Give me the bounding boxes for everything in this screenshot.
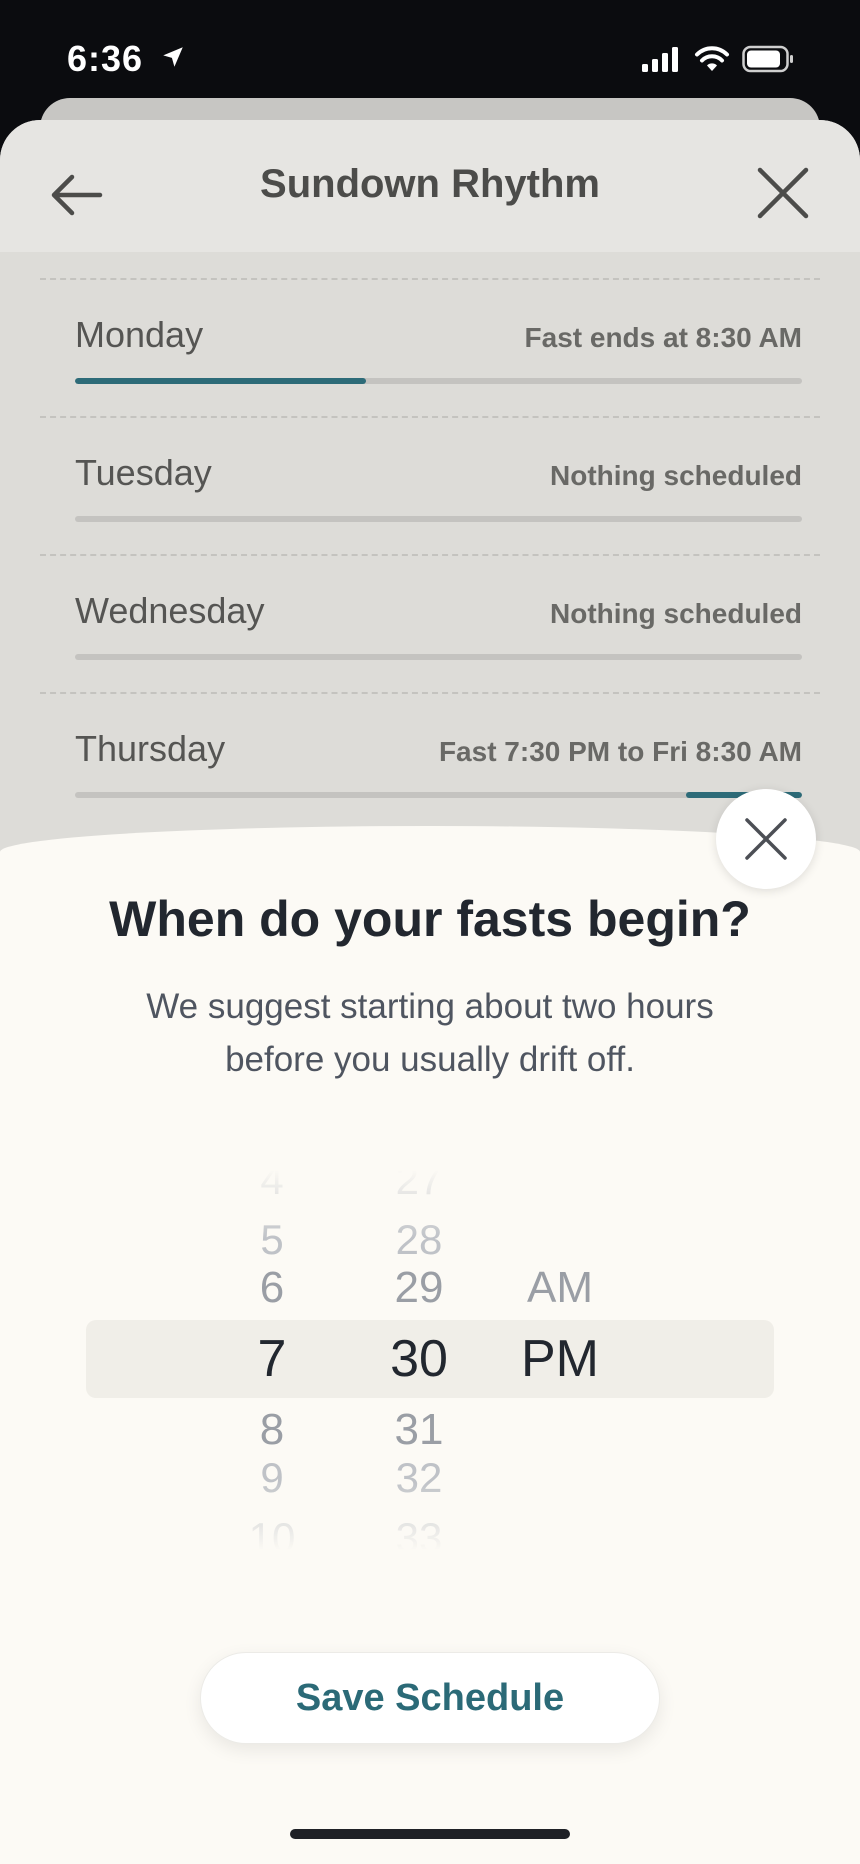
picker-option[interactable]: AM: [485, 1263, 635, 1313]
picker-option[interactable]: 5: [197, 1215, 347, 1265]
picker-option[interactable]: 7: [197, 1327, 347, 1391]
close-icon[interactable]: [748, 158, 818, 228]
hour-picker[interactable]: 4 5 6 7 8 9 10: [197, 1170, 347, 1550]
day-progress-track: [75, 516, 802, 522]
picker-option[interactable]: 31: [344, 1405, 494, 1455]
picker-option[interactable]: 27: [344, 1170, 494, 1205]
day-row-tuesday[interactable]: Tuesday Nothing scheduled: [40, 416, 820, 554]
minute-picker[interactable]: 27 28 29 30 31 32 33: [344, 1170, 494, 1550]
wifi-icon: [695, 46, 729, 71]
modal-close-button[interactable]: [716, 789, 816, 889]
save-schedule-button[interactable]: Save Schedule: [200, 1652, 660, 1744]
close-icon: [745, 818, 787, 860]
day-progress-track: [75, 654, 802, 660]
am-pm-picker[interactable]: AM PM: [485, 1170, 635, 1550]
picker-option[interactable]: 6: [197, 1263, 347, 1313]
picker-option[interactable]: 28: [344, 1215, 494, 1265]
day-name: Monday: [75, 314, 204, 355]
day-status: Fast ends at 8:30 AM: [524, 322, 802, 353]
day-row-monday[interactable]: Monday Fast ends at 8:30 AM: [40, 278, 820, 416]
day-list: Monday Fast ends at 8:30 AM Tuesday Noth…: [0, 278, 860, 830]
modal-title: When do your fasts begin?: [109, 891, 751, 947]
picker-option[interactable]: 4: [197, 1170, 347, 1205]
day-name: Wednesday: [75, 590, 265, 631]
picker-option[interactable]: PM: [485, 1327, 635, 1391]
picker-option[interactable]: 29: [344, 1263, 494, 1313]
day-name: Thursday: [75, 728, 226, 769]
modal-subtitle: We suggest starting about two hours befo…: [146, 987, 714, 1079]
day-row-thursday[interactable]: Thursday Fast 7:30 PM to Fri 8:30 AM: [40, 692, 820, 830]
day-status: Nothing scheduled: [550, 460, 802, 491]
day-status: Fast 7:30 PM to Fri 8:30 AM: [438, 736, 802, 767]
page-title: Sundown Rhythm: [260, 162, 600, 206]
battery-icon: [742, 45, 793, 73]
day-row-wednesday[interactable]: Wednesday Nothing scheduled: [40, 554, 820, 692]
home-indicator: [290, 1829, 570, 1839]
picker-option[interactable]: 32: [344, 1453, 494, 1503]
sheet-header: Sundown Rhythm: [0, 120, 860, 252]
day-progress-track: [75, 378, 802, 384]
picker-option[interactable]: 30: [344, 1327, 494, 1391]
day-progress-fill: [75, 378, 366, 384]
day-progress-track: [75, 792, 802, 798]
picker-option[interactable]: 8: [197, 1405, 347, 1455]
status-time: 6:36: [67, 38, 144, 79]
day-status: Nothing scheduled: [550, 598, 802, 629]
location-arrow-icon: [163, 47, 183, 67]
day-name: Tuesday: [75, 452, 212, 493]
picker-option[interactable]: 10: [197, 1513, 347, 1550]
picker-option[interactable]: 33: [344, 1513, 494, 1550]
cellular-signal-icon: [642, 47, 678, 72]
picker-option[interactable]: 9: [197, 1453, 347, 1503]
